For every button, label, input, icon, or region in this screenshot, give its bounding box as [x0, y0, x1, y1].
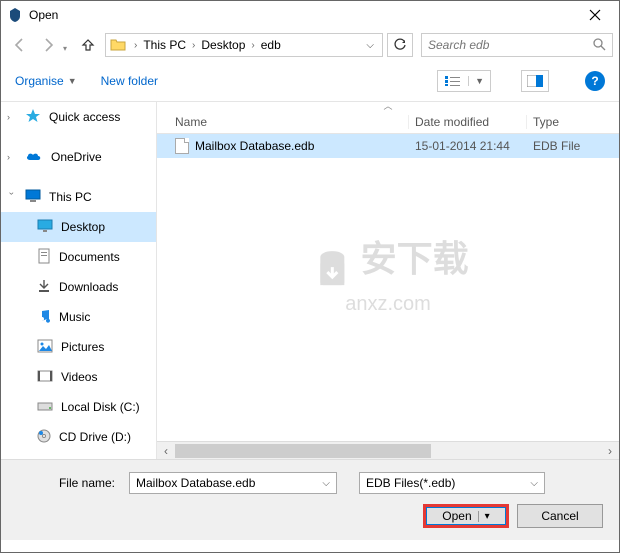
sidebar-item-label: Music	[59, 310, 90, 324]
search-input[interactable]	[428, 38, 592, 52]
file-date: 15-01-2014 21:44	[409, 139, 527, 153]
view-mode-button[interactable]: ▼	[437, 70, 491, 92]
sidebar-item-cddrive[interactable]: CD Drive (D:)	[1, 422, 156, 452]
file-area: ︿ Name Date modified Type Mailbox Databa…	[156, 102, 619, 459]
expand-icon[interactable]: ›	[7, 112, 17, 122]
col-date[interactable]: Date modified	[409, 115, 527, 129]
sidebar-item-label: Downloads	[59, 280, 118, 294]
sidebar-item-localdisk[interactable]: Local Disk (C:)	[1, 392, 156, 422]
close-button[interactable]	[575, 1, 615, 29]
file-name: Mailbox Database.edb	[195, 139, 314, 153]
app-icon	[7, 7, 23, 23]
sidebar-item-quickaccess[interactable]: › Quick access	[1, 102, 156, 132]
disk-icon	[37, 400, 53, 415]
sidebar-item-label: This PC	[49, 190, 92, 204]
col-name[interactable]: Name	[157, 115, 409, 129]
sidebar-item-downloads[interactable]: Downloads	[1, 272, 156, 302]
breadcrumb-thispc[interactable]: This PC	[141, 38, 188, 52]
scroll-left-icon[interactable]: ‹	[157, 444, 175, 458]
sidebar-item-label: Local Disk (C:)	[61, 400, 140, 414]
sidebar: › Quick access › OneDrive › This PC Desk…	[1, 102, 156, 459]
search-icon	[592, 37, 606, 54]
cancel-button[interactable]: Cancel	[517, 504, 603, 528]
cd-icon	[37, 429, 51, 446]
filename-label: File name:	[11, 476, 121, 490]
nav-row: ▾ › This PC › Desktop › edb ⌵	[1, 29, 619, 61]
sidebar-item-documents[interactable]: Documents	[1, 242, 156, 272]
chevron-down-icon[interactable]: ⌵	[530, 478, 538, 489]
help-button[interactable]: ?	[585, 71, 605, 91]
chevron-right-icon: ›	[134, 40, 137, 51]
collapse-icon[interactable]: ›	[7, 192, 17, 202]
desktop-icon	[37, 219, 53, 236]
sidebar-item-videos[interactable]: Videos	[1, 362, 156, 392]
scroll-thumb[interactable]	[175, 444, 431, 458]
horizontal-scrollbar[interactable]: ‹ ›	[157, 441, 619, 459]
filetype-combo[interactable]: EDB Files(*.edb) ⌵	[359, 472, 545, 494]
monitor-icon	[25, 189, 41, 206]
filename-combo[interactable]: Mailbox Database.edb ⌵	[129, 472, 337, 494]
back-button[interactable]	[7, 33, 33, 57]
sidebar-item-label: Pictures	[61, 340, 104, 354]
col-type[interactable]: Type	[527, 115, 619, 129]
breadcrumb-edb[interactable]: edb	[259, 38, 283, 52]
chevron-right-icon: ›	[192, 40, 195, 51]
organise-button[interactable]: Organise ▼	[15, 74, 77, 88]
pictures-icon	[37, 339, 53, 356]
sidebar-item-label: Quick access	[49, 110, 120, 124]
sidebar-item-label: OneDrive	[51, 150, 102, 164]
star-icon	[25, 108, 41, 127]
scroll-right-icon[interactable]: ›	[601, 444, 619, 458]
toolbar: Organise ▼ New folder ▼ ?	[1, 61, 619, 101]
expand-icon[interactable]: ›	[7, 152, 17, 162]
footer: File name: Mailbox Database.edb ⌵ EDB Fi…	[1, 459, 619, 540]
cloud-icon	[25, 150, 43, 165]
sidebar-item-desktop[interactable]: Desktop	[1, 212, 156, 242]
titlebar: Open	[1, 1, 619, 29]
up-button[interactable]	[75, 33, 101, 57]
document-icon	[37, 248, 51, 267]
column-headers[interactable]: Name Date modified Type	[157, 110, 619, 134]
chevron-down-icon[interactable]: ⌵	[322, 478, 330, 489]
filter-value: EDB Files(*.edb)	[366, 476, 455, 490]
open-button[interactable]: Open▾	[423, 504, 509, 528]
sidebar-item-label: Documents	[59, 250, 120, 264]
window-title: Open	[29, 8, 575, 22]
videos-icon	[37, 370, 53, 385]
filename-value: Mailbox Database.edb	[136, 476, 255, 490]
breadcrumb-desktop[interactable]: Desktop	[199, 38, 247, 52]
file-row[interactable]: Mailbox Database.edb 15-01-2014 21:44 ED…	[157, 134, 619, 158]
new-folder-button[interactable]: New folder	[101, 74, 158, 88]
open-split-icon[interactable]: ▾	[478, 511, 490, 522]
sidebar-item-thispc[interactable]: › This PC	[1, 182, 156, 212]
file-icon	[175, 138, 189, 154]
music-icon	[37, 308, 51, 327]
folder-icon	[110, 37, 126, 54]
sidebar-item-music[interactable]: Music	[1, 302, 156, 332]
view-icon	[438, 75, 468, 87]
sidebar-item-newvolume[interactable]: New Volume	[1, 452, 156, 459]
search-box[interactable]	[421, 33, 613, 57]
sidebar-item-label: CD Drive (D:)	[59, 430, 131, 444]
history-dropdown[interactable]: ▾	[63, 38, 73, 53]
sidebar-item-label: Videos	[61, 370, 97, 384]
sidebar-item-label: Desktop	[61, 220, 105, 234]
download-icon	[37, 278, 51, 297]
sidebar-item-pictures[interactable]: Pictures	[1, 332, 156, 362]
address-bar[interactable]: › This PC › Desktop › edb ⌵	[105, 33, 383, 57]
chevron-right-icon: ›	[251, 40, 254, 51]
address-dropdown[interactable]: ⌵	[360, 40, 380, 51]
refresh-button[interactable]	[387, 33, 413, 57]
file-type: EDB File	[527, 139, 619, 153]
preview-pane-button[interactable]	[521, 70, 549, 92]
collapse-handle[interactable]: ︿	[157, 102, 619, 110]
sidebar-item-onedrive[interactable]: › OneDrive	[1, 142, 156, 172]
forward-button[interactable]	[35, 33, 61, 57]
